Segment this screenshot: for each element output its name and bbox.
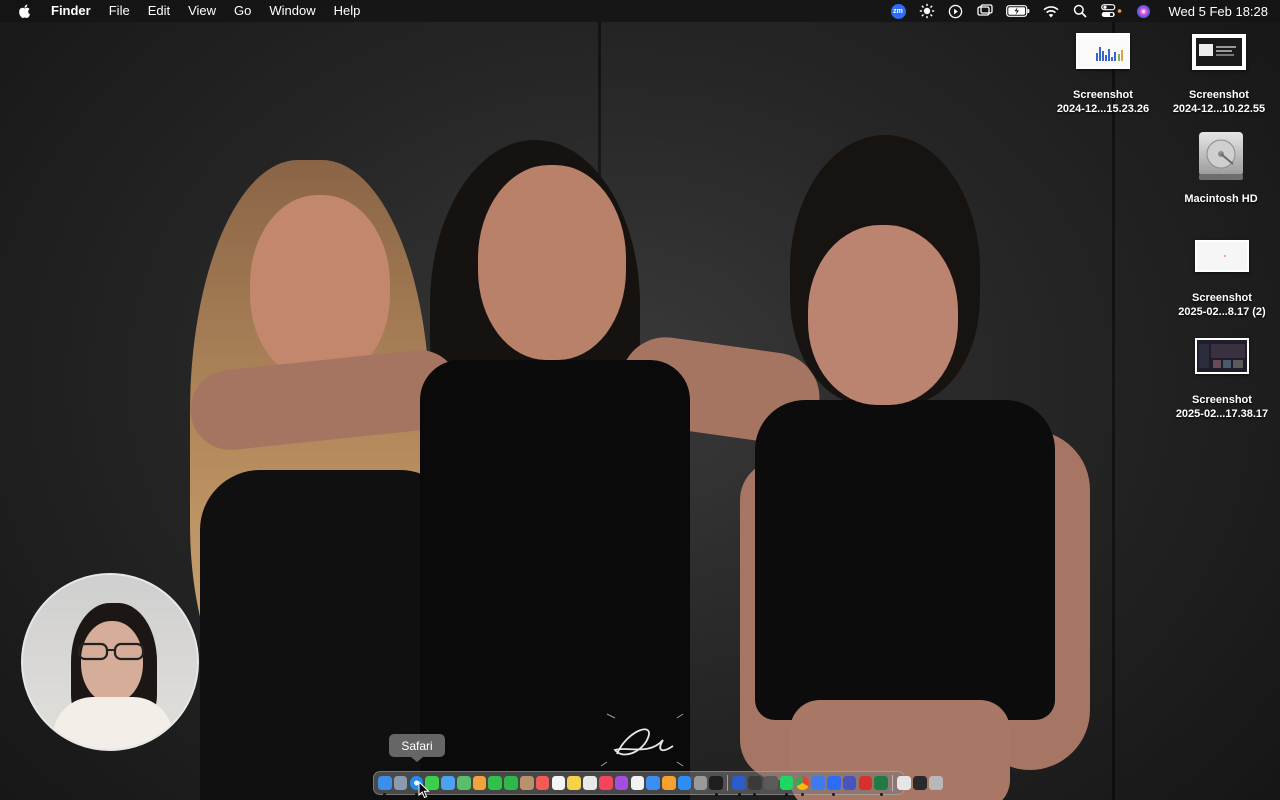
dock-item-reminders-icon[interactable] <box>551 776 566 790</box>
siri-icon[interactable] <box>1136 3 1152 19</box>
hard-drive-icon <box>1199 132 1243 180</box>
zoom-icon[interactable]: zm <box>890 3 906 19</box>
dock-item-apple-tv-icon[interactable] <box>709 776 723 796</box>
desktop-file-label: Screenshot 2024-12...15.23.26 <box>1056 89 1150 115</box>
dock-item-capcut-icon[interactable] <box>748 776 762 796</box>
camera-overlay[interactable] <box>21 573 199 751</box>
menu-view[interactable]: View <box>179 0 225 22</box>
dock-item-app-store-icon[interactable] <box>677 776 692 790</box>
dock <box>373 771 943 796</box>
screenshot-thumbnail <box>1195 240 1249 272</box>
dock-item-document-icon[interactable] <box>897 776 911 790</box>
menu-window[interactable]: Window <box>260 0 324 22</box>
dock-item-teams-icon[interactable] <box>842 776 857 790</box>
dock-item-notes-icon[interactable] <box>567 776 581 790</box>
dock-item-music-icon[interactable] <box>598 776 613 790</box>
dock-item-excel-icon[interactable] <box>874 776 888 796</box>
control-center-icon[interactable] <box>1100 3 1123 19</box>
menu-edit[interactable]: Edit <box>139 0 179 22</box>
dock-item-mail-icon[interactable] <box>441 776 455 790</box>
wifi-icon[interactable] <box>1042 3 1059 19</box>
dock-item-word-icon[interactable] <box>732 776 746 796</box>
desktop-drive-macintosh-hd[interactable]: Macintosh HD <box>1166 130 1276 206</box>
dock-item-settings-icon[interactable] <box>693 776 708 790</box>
wall-seam <box>1112 22 1115 800</box>
mouse-cursor-icon <box>418 781 430 799</box>
dock-item-bluetooth-icon[interactable] <box>811 776 825 790</box>
camera-person-top <box>53 697 173 749</box>
screen-mirroring-icon[interactable] <box>976 3 993 19</box>
desktop-file-screenshot-1[interactable]: Screenshot 2024-12...15.23.26 <box>1048 33 1158 116</box>
dock-item-zoom-icon[interactable] <box>827 776 841 796</box>
menu-app-name[interactable]: Finder <box>47 0 100 22</box>
dock-item-photos-icon[interactable] <box>472 776 487 790</box>
menu-clock[interactable]: Wed 5 Feb 18:28 <box>1169 4 1269 19</box>
desktop-file-label: Screenshot 2025-02...17.38.17 <box>1175 394 1269 420</box>
dock-item-maps-icon[interactable] <box>456 776 471 790</box>
dock-item-calendar-icon[interactable] <box>535 776 550 790</box>
desktop-file-screenshot-4[interactable]: Screenshot 2025-02...17.38.17 <box>1167 338 1277 421</box>
dock-item-contacts-icon[interactable] <box>520 776 534 790</box>
screenshot-thumbnail <box>1192 34 1246 70</box>
dock-tooltip: Safari <box>389 734 445 762</box>
desktop-file-label: Macintosh HD <box>1184 193 1258 205</box>
desktop-file-screenshot-3[interactable]: Screenshot 2025-02...8.17 (2) <box>1167 240 1277 319</box>
dock-item-terminal-icon[interactable] <box>913 776 927 790</box>
dock-item-finder-icon[interactable] <box>378 776 392 796</box>
dock-item-chrome-icon[interactable] <box>795 776 810 796</box>
dock-item-freeform-icon[interactable] <box>583 776 597 790</box>
dock-item-keynote-icon[interactable] <box>646 776 660 790</box>
menu-go[interactable]: Go <box>225 0 260 22</box>
dock-item-news-icon[interactable] <box>630 776 645 790</box>
dock-separator <box>727 775 729 791</box>
menu-help[interactable]: Help <box>325 0 370 22</box>
desktop-file-label: Screenshot 2025-02...8.17 (2) <box>1178 292 1266 318</box>
camera-person-glasses <box>75 641 147 661</box>
dock-item-facetime-icon[interactable] <box>488 776 503 790</box>
apple-menu-icon[interactable] <box>17 3 33 19</box>
battery-icon[interactable] <box>1005 3 1030 19</box>
desktop-file-screenshot-2[interactable]: Screenshot 2024-12...10.22.55 <box>1164 34 1274 116</box>
menu-bar: Finder File Edit View Go Window Help zm <box>0 0 1280 22</box>
dock-item-launchpad-icon[interactable] <box>393 776 408 790</box>
camera-person-face <box>81 621 143 703</box>
dock-item-phone-icon[interactable] <box>504 776 518 790</box>
screenshot-thumbnail <box>1195 338 1249 374</box>
search-icon[interactable] <box>1072 3 1088 19</box>
dock-item-davinci-icon[interactable] <box>763 776 778 790</box>
brightness-icon[interactable] <box>919 3 935 19</box>
dock-item-acrobat-icon[interactable] <box>858 776 873 790</box>
desktop-file-label: Screenshot 2024-12...10.22.55 <box>1172 89 1266 115</box>
dock-separator <box>892 775 894 791</box>
dock-item-spotify-icon[interactable] <box>779 776 794 796</box>
play-icon[interactable] <box>948 3 964 19</box>
signature-watermark <box>600 713 684 767</box>
dock-item-trash-icon[interactable] <box>928 776 943 790</box>
menu-file[interactable]: File <box>100 0 139 22</box>
dock-item-pages-icon[interactable] <box>662 776 676 790</box>
screenshot-thumbnail <box>1076 33 1130 69</box>
dock-item-podcasts-icon[interactable] <box>614 776 629 790</box>
